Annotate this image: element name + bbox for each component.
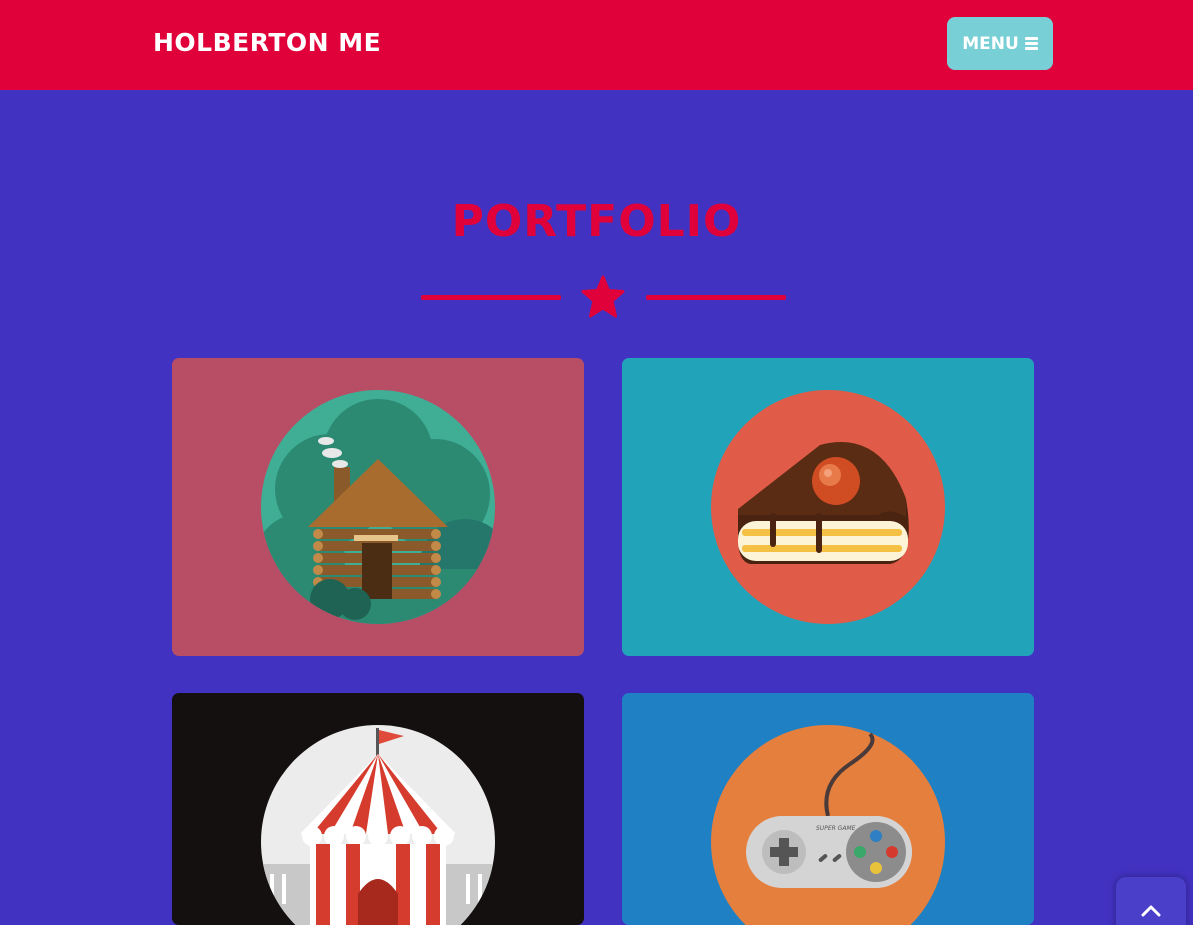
divider-line-right <box>646 295 786 300</box>
circus-tent-icon <box>261 725 495 925</box>
hamburger-icon <box>1024 37 1038 50</box>
portfolio-title: PORTFOLIO <box>451 196 742 247</box>
game-controller-icon: SUPER GAME <box>711 725 945 925</box>
brand-logo[interactable]: HOLBERTON ME <box>153 28 381 57</box>
log-cabin-icon <box>261 390 495 624</box>
cake-slice-icon <box>711 390 945 624</box>
navbar: HOLBERTON ME MENU <box>0 0 1193 90</box>
menu-label: MENU <box>962 33 1019 54</box>
portfolio-item-cabin[interactable] <box>172 358 584 656</box>
scroll-to-top-button[interactable] <box>1116 877 1186 925</box>
portfolio-item-game[interactable]: SUPER GAME <box>622 693 1034 925</box>
portfolio-item-cake[interactable] <box>622 358 1034 656</box>
star-icon <box>581 275 625 318</box>
chevron-up-icon <box>1141 905 1161 917</box>
menu-button[interactable]: MENU <box>947 17 1053 70</box>
divider-line-left <box>421 295 561 300</box>
portfolio-item-circus[interactable] <box>172 693 584 925</box>
controller-caption: SUPER GAME <box>816 825 856 832</box>
